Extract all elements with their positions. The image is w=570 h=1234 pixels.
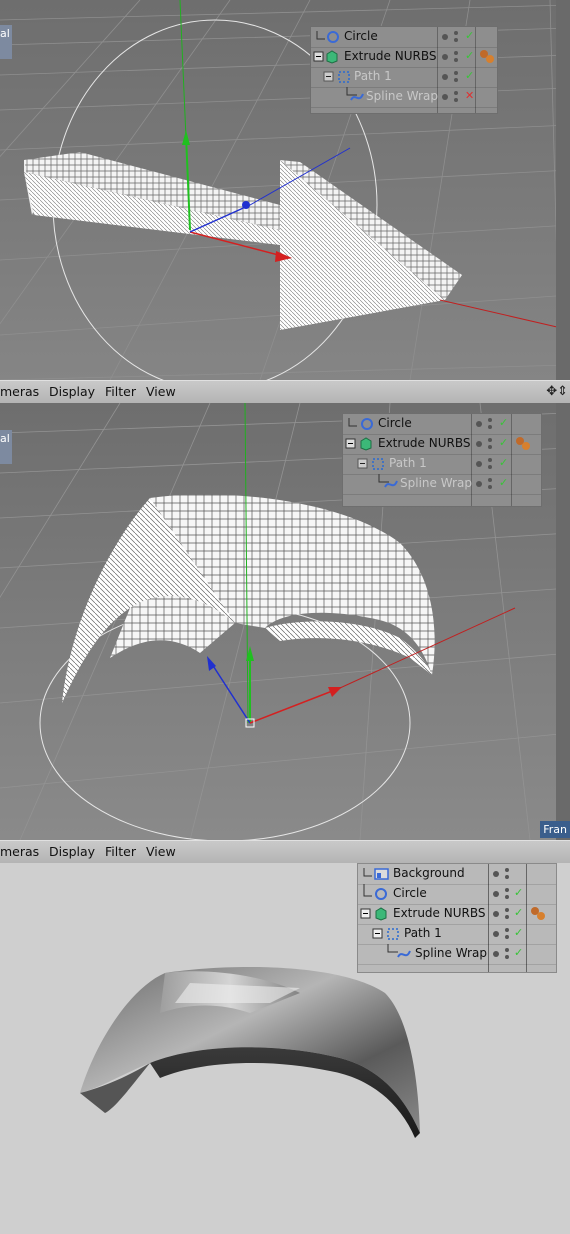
path-icon (338, 71, 350, 83)
viewport-side-tab[interactable]: al (0, 25, 12, 59)
object-row-path-1[interactable]: Path 1 ✓ (343, 454, 541, 475)
collapse-icon[interactable] (372, 928, 384, 940)
check-icon[interactable]: ✓ (514, 886, 523, 899)
object-name-path-1: Path 1 (354, 69, 392, 83)
circle-icon (327, 31, 339, 43)
menu-filter[interactable]: Filter (105, 384, 136, 399)
object-name-circle: Circle (378, 416, 412, 430)
object-name-background: Background (393, 866, 465, 880)
object-row-background[interactable]: Background (358, 864, 556, 885)
collapse-icon[interactable] (345, 438, 357, 450)
object-name-extrude-nurbs: Extrude NURBS (393, 906, 486, 920)
check-icon[interactable]: ✓ (465, 69, 474, 82)
material-tag-icon[interactable] (513, 435, 535, 453)
render-menubar: meras Display Filter View (0, 840, 570, 864)
material-tag-icon[interactable] (477, 48, 499, 66)
menu-view[interactable]: View (146, 384, 176, 399)
menu-display[interactable]: Display (49, 844, 95, 859)
collapse-icon[interactable] (360, 908, 372, 920)
object-row-spline-wrap[interactable]: Spline Wrap ✓ (358, 944, 556, 965)
check-icon[interactable]: ✓ (514, 926, 523, 939)
render-view[interactable]: Background Circle ✓ Extrude NURBS ✓ Path… (0, 863, 570, 1234)
viewport-side-tab-label: al (0, 27, 10, 40)
object-name-spline-wrap: Spline Wrap (400, 476, 472, 490)
spline-wrap-icon (350, 93, 364, 101)
viewport-side-tab-label: al (0, 432, 10, 445)
object-name-spline-wrap: Spline Wrap (366, 89, 438, 103)
object-manager-overlay[interactable]: Background Circle ✓ Extrude NURBS ✓ Path… (357, 863, 557, 973)
check-icon[interactable]: ✓ (499, 436, 508, 449)
collapse-icon[interactable] (357, 458, 369, 470)
viewport-scrollbar[interactable] (556, 403, 570, 840)
check-icon[interactable]: ✓ (514, 906, 523, 919)
object-row-path-1[interactable]: Path 1 ✓ (358, 924, 556, 945)
spline-wrap-icon (384, 480, 398, 488)
menu-cameras[interactable]: meras (0, 844, 39, 859)
frame-button[interactable]: Fran (540, 821, 570, 838)
background-icon (374, 868, 389, 880)
collapse-icon[interactable] (323, 71, 335, 83)
object-name-circle: Circle (393, 886, 427, 900)
object-name-extrude-nurbs: Extrude NURBS (378, 436, 471, 450)
extrude-nurbs-icon (375, 907, 387, 921)
menu-view[interactable]: View (146, 844, 176, 859)
object-name-path-1: Path 1 (389, 456, 427, 470)
object-manager-overlay[interactable]: Circle ✓ Extrude NURBS ✓ Path 1 ✓ Spline… (342, 413, 542, 507)
object-row-path-1[interactable]: Path 1 ✓ (311, 67, 497, 88)
object-name-extrude-nurbs: Extrude NURBS (344, 49, 437, 63)
check-icon[interactable]: ✓ (499, 416, 508, 429)
path-icon (372, 458, 384, 470)
path-icon (387, 928, 399, 940)
object-name-circle: Circle (344, 29, 378, 43)
object-row-spline-wrap[interactable]: Spline Wrap ✓ (343, 474, 541, 495)
check-icon[interactable]: ✓ (465, 29, 474, 42)
menu-filter[interactable]: Filter (105, 844, 136, 859)
object-manager-overlay[interactable]: Circle ✓ Extrude NURBS ✓ Path 1 ✓ Spline… (310, 26, 498, 114)
object-row-extrude-nurbs[interactable]: Extrude NURBS ✓ (311, 47, 497, 68)
check-icon[interactable]: ✓ (514, 946, 523, 959)
circle-icon (361, 418, 373, 430)
object-name-spline-wrap: Spline Wrap (415, 946, 487, 960)
viewport-middle[interactable]: al Fran Circle ✓ Extrude NURBS ✓ Path 1 … (0, 403, 570, 840)
object-row-spline-wrap[interactable]: Spline Wrap ✕ (311, 87, 497, 108)
viewport-top[interactable]: al Circle ✓ Extrude NURBS ✓ Path 1 ✓ Spl… (0, 0, 570, 380)
object-row-circle[interactable]: Circle ✓ (311, 27, 497, 48)
object-row-circle[interactable]: Circle ✓ (358, 884, 556, 905)
object-row-extrude-nurbs[interactable]: Extrude NURBS ✓ (358, 904, 556, 925)
extrude-nurbs-icon (326, 50, 338, 64)
collapse-icon[interactable] (313, 51, 325, 63)
check-icon[interactable]: ✓ (499, 476, 508, 489)
check-icon[interactable]: ✓ (465, 49, 474, 62)
object-row-circle[interactable]: Circle ✓ (343, 414, 541, 435)
viewport-scrollbar[interactable] (556, 0, 570, 380)
extrude-nurbs-icon (360, 437, 372, 451)
rendered-wrapped-arrow (80, 967, 420, 1138)
material-tag-icon[interactable] (528, 905, 550, 923)
cross-icon[interactable]: ✕ (465, 89, 474, 102)
spline-wrap-icon (397, 950, 411, 958)
circle-icon (375, 888, 387, 900)
check-icon[interactable]: ✓ (499, 456, 508, 469)
viewport-menubar: meras Display Filter View ✥⇕ (0, 380, 570, 404)
menu-display[interactable]: Display (49, 384, 95, 399)
move-view-icon[interactable]: ✥⇕ (546, 384, 568, 399)
object-name-path-1: Path 1 (404, 926, 442, 940)
viewport-side-tab[interactable]: al (0, 430, 12, 464)
object-row-extrude-nurbs[interactable]: Extrude NURBS ✓ (343, 434, 541, 455)
menu-cameras[interactable]: meras (0, 384, 39, 399)
